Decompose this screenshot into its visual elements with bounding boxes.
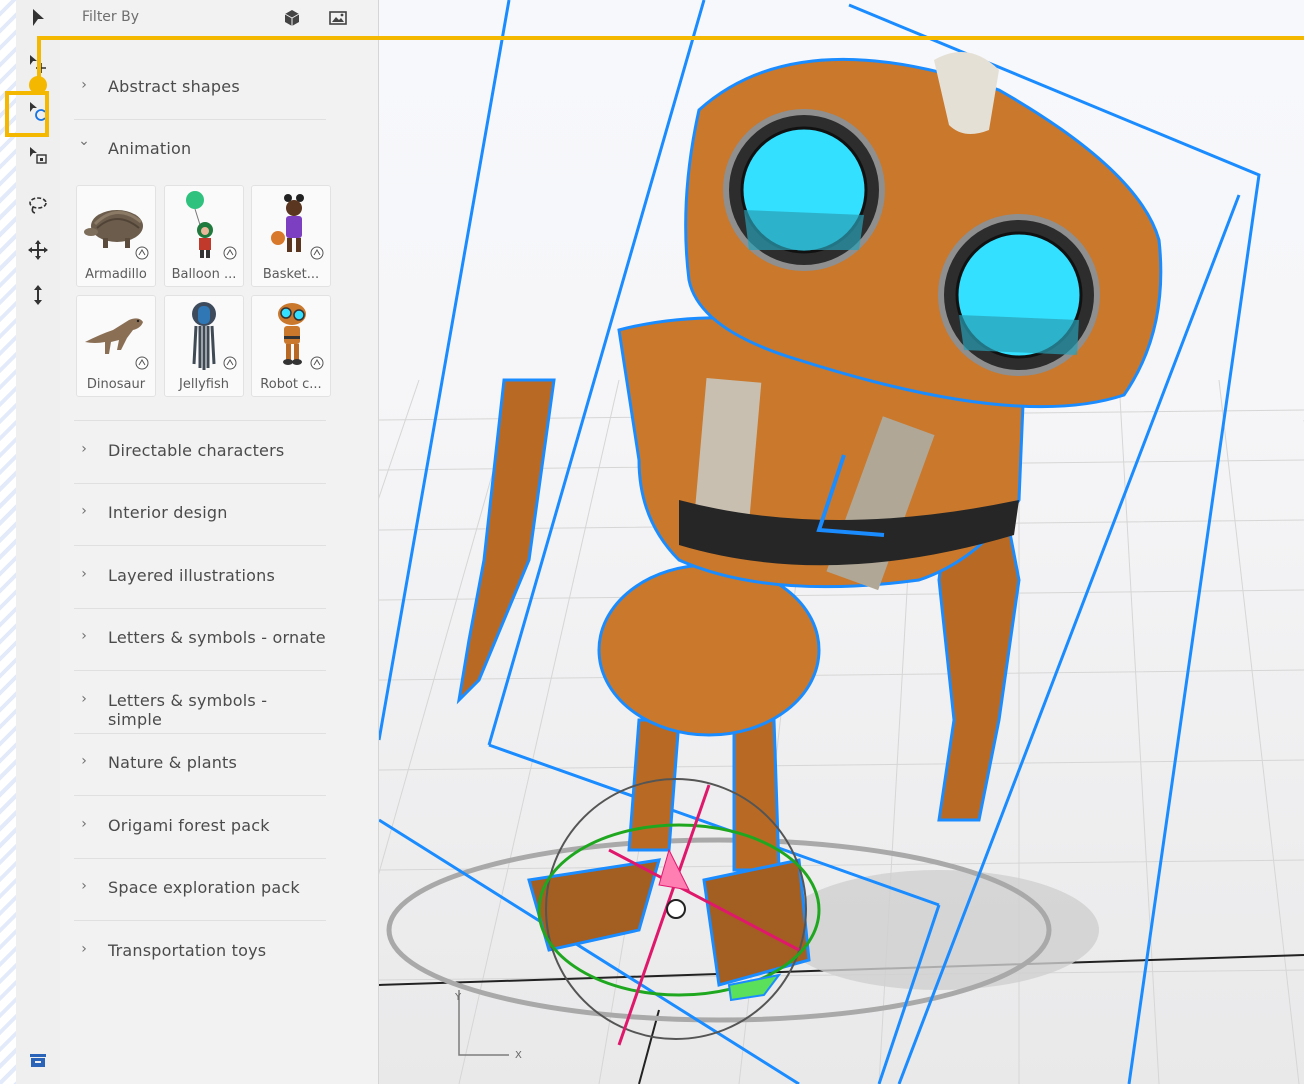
category-directable-characters[interactable]: › Directable characters [74, 421, 326, 484]
category-transportation-toys[interactable]: › Transportation toys [74, 921, 326, 983]
asset-name: Armadillo [85, 267, 147, 282]
asset-tile-balloon[interactable]: Balloon ... [164, 185, 244, 287]
axis-label-x: X [515, 1050, 522, 1061]
chevron-right-icon: › [81, 441, 87, 457]
asset-tile-armadillo[interactable]: Armadillo [76, 185, 156, 287]
chevron-right-icon: › [81, 941, 87, 957]
chevron-right-icon: › [81, 503, 87, 519]
drawer-icon [30, 1054, 46, 1067]
decorative-hatch-strip [0, 0, 16, 1084]
animated-badge-icon [223, 356, 237, 370]
chevron-right-icon: › [81, 878, 87, 894]
asset-name: Jellyfish [179, 377, 229, 392]
asset-tile-robot[interactable]: Robot c... [251, 295, 331, 397]
arrow-pointer-icon [33, 9, 44, 26]
asset-tile-basketball[interactable]: Basket... [251, 185, 331, 287]
animated-badge-icon [310, 356, 324, 370]
category-origami-forest-pack[interactable]: › Origami forest pack [74, 796, 326, 859]
callout-highlight-box [5, 91, 49, 137]
category-label: Animation [108, 139, 192, 158]
cube-icon[interactable] [282, 8, 302, 28]
arrow-scale-icon [30, 147, 47, 164]
chevron-right-icon: › [81, 816, 87, 832]
chevron-right-icon: › [81, 691, 87, 707]
category-label: Space exploration pack [108, 878, 300, 897]
filter-bar: Filter By [82, 6, 352, 30]
category-animation[interactable]: ⌄ Animation [74, 119, 326, 181]
asset-tile-dinosaur[interactable]: Dinosaur [76, 295, 156, 397]
category-letters-symbols-simple[interactable]: › Letters & symbols - simple [74, 671, 326, 734]
asset-name: Balloon ... [171, 267, 237, 282]
category-label: Letters & symbols - ornate [108, 628, 326, 647]
category-letters-symbols-ornate[interactable]: › Letters & symbols - ornate [74, 608, 326, 671]
callout-leader-line [37, 36, 1304, 40]
chevron-right-icon: › [81, 77, 87, 93]
chevron-right-icon: › [81, 628, 87, 644]
category-layered-illustrations[interactable]: › Layered illustrations [74, 546, 326, 609]
orbit-pan-tool-button[interactable] [24, 236, 52, 264]
category-label: Nature & plants [108, 753, 238, 772]
image-icon[interactable] [328, 8, 348, 28]
category-abstract-shapes[interactable]: › Abstract shapes [74, 57, 326, 120]
select-tool-button[interactable] [24, 4, 52, 32]
animated-badge-icon [310, 246, 324, 260]
category-label: Directable characters [108, 441, 285, 460]
scene-canvas[interactable]: Y X [379, 0, 1304, 1084]
asset-name: Dinosaur [86, 377, 146, 392]
category-nature-plants[interactable]: › Nature & plants [74, 733, 326, 796]
chevron-down-icon: ⌄ [78, 133, 90, 149]
category-label: Letters & symbols - simple [108, 691, 268, 729]
3d-viewport[interactable]: Y X [379, 0, 1304, 1084]
chevron-right-icon: › [81, 566, 87, 582]
chevron-right-icon: › [81, 753, 87, 769]
scale-tool-button[interactable] [24, 142, 52, 170]
category-label: Transportation toys [108, 941, 267, 960]
category-space-exploration-pack[interactable]: › Space exploration pack [74, 858, 326, 921]
category-label: Abstract shapes [108, 77, 240, 96]
library-toggle-button[interactable] [24, 1046, 52, 1074]
category-label: Layered illustrations [108, 566, 275, 585]
asset-library-panel: Filter By › Abstract shapes ⌄ Animation … [60, 0, 379, 1084]
dolly-tool-button[interactable] [24, 281, 52, 309]
vertical-arrows-icon [34, 285, 42, 305]
animated-badge-icon [135, 246, 149, 260]
asset-name: Robot c... [260, 377, 322, 392]
tool-bar [16, 0, 61, 1084]
category-label: Origami forest pack [108, 816, 270, 835]
lasso-icon [29, 197, 47, 214]
category-interior-design[interactable]: › Interior design [74, 483, 326, 546]
category-label: Interior design [108, 503, 228, 522]
asset-name: Basket... [262, 267, 320, 282]
animated-badge-icon [223, 246, 237, 260]
magic-select-tool-button[interactable] [24, 191, 52, 219]
animated-badge-icon [135, 356, 149, 370]
axis-line [638, 1009, 660, 1084]
move-cross-icon [28, 240, 48, 260]
axis-label-y: Y [454, 992, 462, 1003]
filter-label: Filter By [82, 9, 140, 25]
asset-tile-jellyfish[interactable]: Jellyfish [164, 295, 244, 397]
